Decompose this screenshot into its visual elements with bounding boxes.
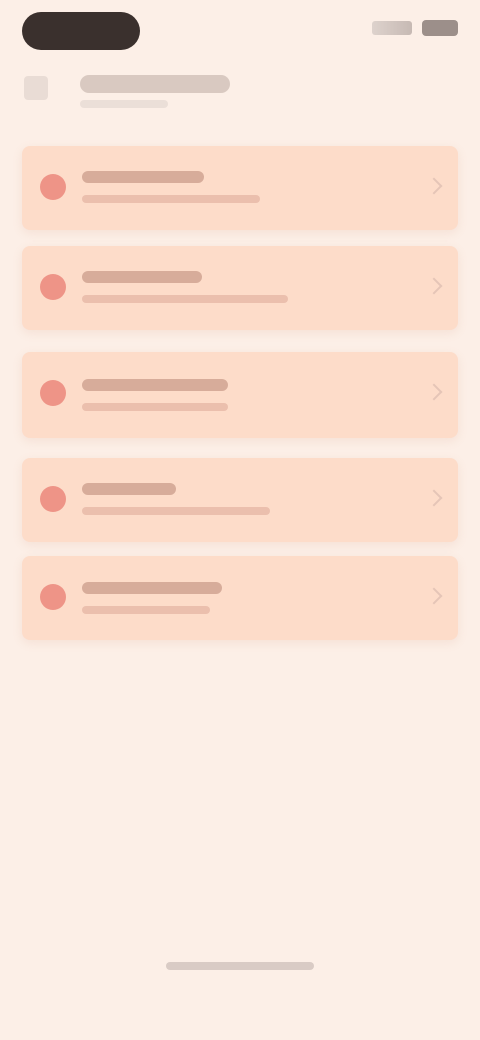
title-placeholder xyxy=(80,75,230,93)
status-icons xyxy=(372,20,458,36)
card-list xyxy=(22,146,458,648)
info-icon xyxy=(40,486,66,512)
card-title-placeholder xyxy=(82,171,204,183)
back-icon[interactable] xyxy=(24,76,48,100)
chevron-right-icon xyxy=(425,383,443,401)
info-icon xyxy=(40,274,66,300)
card-subtitle-placeholder xyxy=(82,195,260,203)
info-icon xyxy=(40,174,66,200)
signal-icon xyxy=(372,21,412,35)
camera-pill xyxy=(22,12,140,50)
list-item-card[interactable] xyxy=(22,556,458,640)
list-item-card[interactable] xyxy=(22,458,458,542)
status-bar xyxy=(0,0,480,60)
list-item-card[interactable] xyxy=(22,352,458,438)
card-subtitle-placeholder xyxy=(82,606,210,614)
info-icon xyxy=(40,380,66,406)
battery-icon xyxy=(422,20,458,36)
home-indicator[interactable] xyxy=(166,962,314,970)
card-title-placeholder xyxy=(82,483,176,495)
card-subtitle-placeholder xyxy=(82,507,270,515)
chevron-right-icon xyxy=(425,177,443,195)
list-item-card[interactable] xyxy=(22,146,458,230)
chevron-right-icon xyxy=(425,489,443,507)
card-title-placeholder xyxy=(82,582,222,594)
chevron-right-icon xyxy=(425,277,443,295)
info-icon xyxy=(40,584,66,610)
page-header xyxy=(24,60,456,116)
subtitle-placeholder xyxy=(80,100,168,108)
card-subtitle-placeholder xyxy=(82,403,228,411)
card-subtitle-placeholder xyxy=(82,295,288,303)
card-title-placeholder xyxy=(82,379,228,391)
list-item-card[interactable] xyxy=(22,246,458,330)
chevron-right-icon xyxy=(425,587,443,605)
card-title-placeholder xyxy=(82,271,202,283)
